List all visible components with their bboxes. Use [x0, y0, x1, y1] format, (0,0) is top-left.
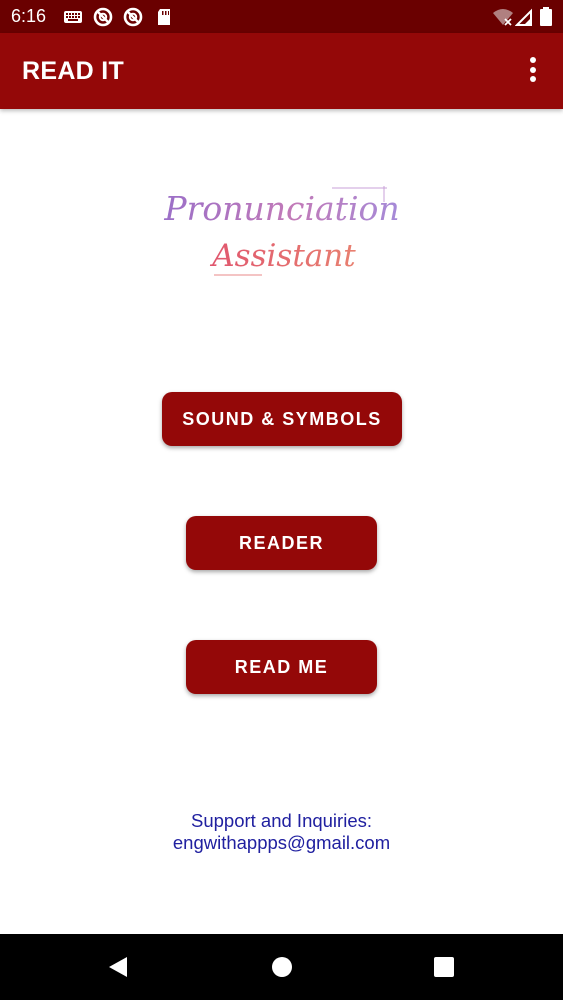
status-bar: 6:16	[0, 0, 563, 33]
navigation-bar	[0, 934, 563, 1000]
reader-button[interactable]: READER	[186, 516, 377, 570]
app-title: READ IT	[22, 57, 125, 85]
blocked-notification-icon	[93, 7, 113, 27]
recents-icon[interactable]	[431, 954, 457, 980]
app-bar: READ IT	[0, 33, 563, 109]
logo-line1: Pronunciation	[163, 189, 399, 228]
home-icon[interactable]	[269, 954, 295, 980]
support-section: Support and Inquiries: engwithappps@gmai…	[0, 810, 563, 854]
status-time: 6:16	[11, 6, 47, 26]
blocked-notification-icon-2	[123, 7, 143, 27]
wifi-off-icon	[492, 7, 513, 27]
logo-line2: Assistant	[209, 238, 356, 274]
support-label: Support and Inquiries:	[190, 810, 372, 831]
support-email[interactable]: engwithappps@gmail.com	[0, 832, 563, 854]
keyboard-icon	[63, 7, 83, 27]
sd-card-icon	[154, 7, 174, 27]
screen: 6:16 READ IT Pronunciation Assistant SOU…	[0, 0, 563, 1000]
sound-symbols-button[interactable]: SOUND & SYMBOLS	[162, 392, 402, 446]
pronunciation-assistant-logo: Pronunciation Assistant	[162, 178, 402, 288]
read-me-button[interactable]: READ ME	[186, 640, 377, 694]
back-icon[interactable]	[105, 954, 131, 980]
battery-icon	[539, 7, 559, 27]
signal-icon	[514, 7, 535, 27]
more-vert-icon[interactable]	[521, 57, 545, 87]
